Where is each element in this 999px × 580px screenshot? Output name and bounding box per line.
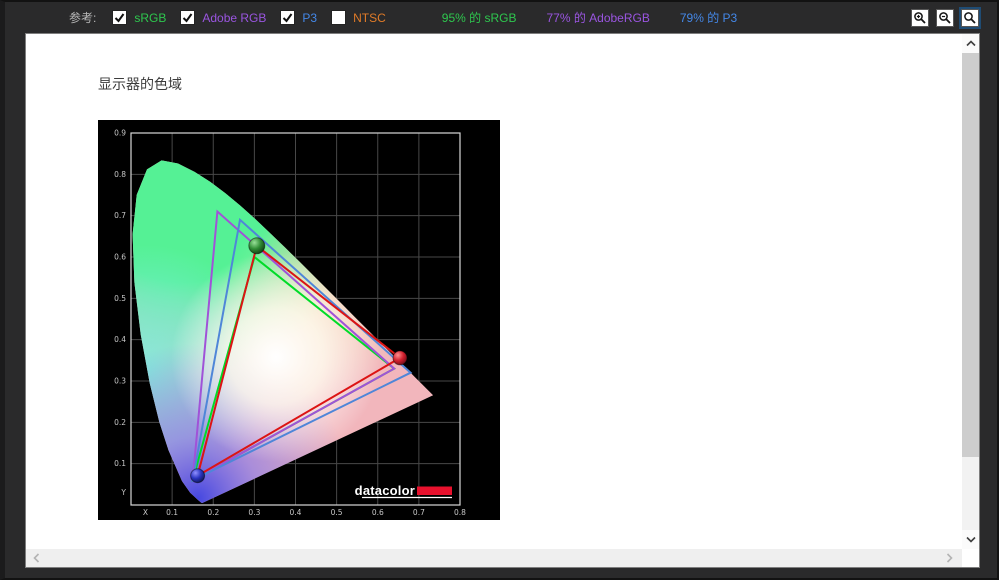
zoom-reset-button[interactable] (961, 8, 979, 27)
svg-text:0.2: 0.2 (114, 418, 126, 427)
zoom-button-group (911, 8, 979, 27)
svg-text:0.7: 0.7 (413, 508, 425, 517)
page-title: 显示器的色域 (98, 76, 182, 92)
reference-name-ntsc: NTSC (353, 10, 386, 25)
reference-checkbox-p3[interactable]: P3 (280, 10, 317, 25)
vertical-scrollbar[interactable] (962, 34, 979, 549)
check-icon (183, 13, 193, 23)
svg-text:0.8: 0.8 (114, 170, 126, 179)
svg-text:0.6: 0.6 (372, 508, 384, 517)
reference-name-p3: P3 (302, 10, 318, 25)
vertical-scrollbar-thumb[interactable] (962, 53, 979, 457)
chevron-down-icon (965, 536, 976, 543)
chevron-up-icon (965, 40, 976, 47)
coverage-adobergb: 77% 的 AdobeRGB (546, 11, 650, 25)
svg-text:0.6: 0.6 (114, 253, 126, 262)
horizontal-scrollbar[interactable] (26, 549, 962, 567)
coverage-p3: 79% 的 P3 (679, 11, 738, 25)
reference-checkbox-srgb[interactable]: sRGB (112, 10, 166, 25)
content-area: 显示器的色域 0.1 0.2 0.3 0.4 0.5 0.6 0.7 0.8 X… (26, 34, 962, 549)
reference-name-srgb: sRGB (134, 10, 167, 25)
zoom-out-icon (939, 11, 951, 24)
scrollbar-corner (962, 549, 979, 567)
svg-text:0.5: 0.5 (114, 294, 126, 303)
svg-text:0.1: 0.1 (166, 508, 178, 517)
svg-text:0.3: 0.3 (248, 508, 260, 517)
svg-text:0.4: 0.4 (114, 335, 126, 344)
srgb-checkbox[interactable] (112, 10, 128, 25)
reference-checkbox-ntsc[interactable]: NTSC (331, 10, 386, 25)
svg-text:0.4: 0.4 (290, 508, 302, 517)
adobergb-checkbox[interactable] (180, 10, 196, 25)
scroll-up-button[interactable] (962, 34, 979, 53)
reference-label: 参考: (69, 11, 97, 25)
content-panel: 显示器的色域 0.1 0.2 0.3 0.4 0.5 0.6 0.7 0.8 X… (25, 33, 980, 568)
magnifier-icon (964, 11, 976, 24)
svg-text:0.2: 0.2 (207, 508, 219, 517)
svg-text:0.8: 0.8 (454, 508, 466, 517)
svg-text:0.9: 0.9 (114, 129, 126, 138)
logo-bar (417, 486, 452, 495)
svg-text:0.5: 0.5 (331, 508, 343, 517)
ntsc-checkbox[interactable] (331, 10, 347, 25)
app-window: 参考: sRGB Adobe RGB P3 NTSC 95% 的 sRGB 77… (0, 0, 999, 580)
reference-name-adobergb: Adobe RGB (202, 10, 267, 25)
check-icon (115, 13, 125, 23)
gamut-chart: 0.1 0.2 0.3 0.4 0.5 0.6 0.7 0.8 X 0.1 0.2 0.3 0.4 0.5… (98, 120, 500, 520)
scroll-down-button[interactable] (962, 530, 979, 549)
logo-text: datacolor (355, 483, 415, 498)
svg-text:0.3: 0.3 (114, 377, 126, 386)
reference-checkbox-adobergb[interactable]: Adobe RGB (180, 10, 266, 25)
svg-text:0.1: 0.1 (114, 459, 126, 468)
zoom-out-button[interactable] (936, 8, 954, 27)
check-icon (283, 13, 293, 23)
svg-text:Y: Y (120, 488, 126, 497)
chevron-right-icon[interactable] (946, 553, 953, 563)
chevron-left-icon[interactable] (33, 553, 40, 563)
p3-checkbox[interactable] (280, 10, 296, 25)
coverage-srgb: 95% 的 sRGB (441, 11, 517, 25)
svg-text:0.7: 0.7 (114, 211, 126, 220)
svg-text:X: X (143, 508, 148, 517)
zoom-in-icon (914, 11, 926, 24)
toolbar: 参考: sRGB Adobe RGB P3 NTSC 95% 的 sRGB 77… (5, 2, 997, 33)
zoom-in-button[interactable] (911, 8, 929, 27)
